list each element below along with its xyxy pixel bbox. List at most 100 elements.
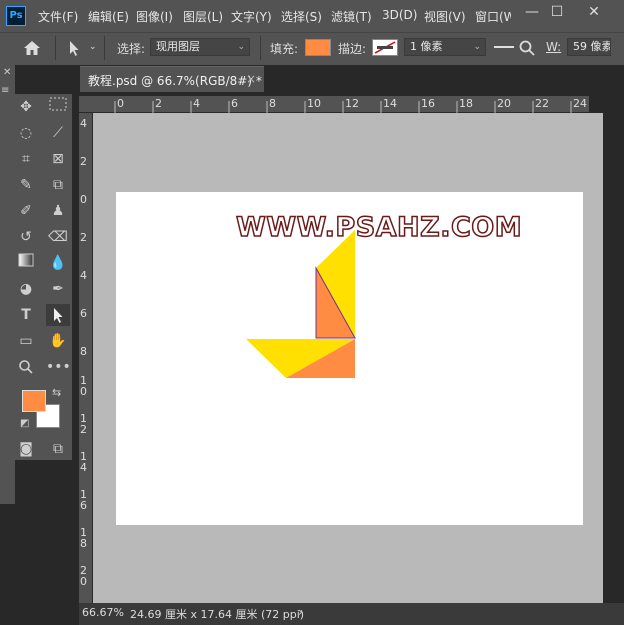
ruler-label: 2 <box>80 231 87 244</box>
gradient-tool-icon[interactable] <box>14 252 38 274</box>
ruler-label: 6 <box>231 97 238 110</box>
stroke-type-icon[interactable] <box>494 46 514 48</box>
ruler-label: 24 <box>573 97 587 110</box>
default-colors-icon[interactable]: ◩ <box>20 418 29 429</box>
document-tab[interactable]: 教程.psd @ 66.7%(RGB/8#) * × <box>80 66 264 92</box>
restore-button[interactable]: ☐ <box>545 3 569 21</box>
crop-tool-icon[interactable]: ⌗ <box>14 148 38 170</box>
separator <box>260 36 261 60</box>
ruler-label: 8 <box>269 97 276 110</box>
lasso-tool-icon[interactable]: ◌ <box>14 122 38 144</box>
stroke-width-value: 1 像素 <box>410 40 443 53</box>
quick-mask-icon[interactable]: ◙ <box>14 438 38 460</box>
path-selection-tool-icon[interactable] <box>46 304 70 326</box>
ruler-label: 16 <box>421 97 435 110</box>
close-window-button[interactable]: ✕ <box>582 3 606 21</box>
width-label: W: <box>546 40 562 54</box>
stroke-color-swatch[interactable] <box>372 39 398 56</box>
ruler-label: 8 <box>80 345 87 358</box>
hand-tool-icon[interactable]: ✋ <box>46 330 70 352</box>
ruler-label: 20 <box>497 97 511 110</box>
ruler-label: 4 <box>80 269 87 282</box>
magic-wand-tool-icon[interactable]: ⟋ <box>46 122 70 144</box>
screen-mode-icon[interactable]: ⧉ <box>46 438 70 460</box>
eyedropper-tool-icon[interactable]: ✎ <box>14 174 38 196</box>
tool-preset-chevron-icon[interactable]: ⌄ <box>89 42 97 52</box>
document-size: 24.69 厘米 x 17.64 厘米 (72 ppi) <box>130 608 305 621</box>
ruler-vertical[interactable]: 4 2 0 2 4 6 8 1 0 1 2 1 4 1 6 1 8 2 0 <box>79 113 93 603</box>
home-icon[interactable] <box>22 39 42 57</box>
ruler-label: 22 <box>535 97 549 110</box>
ruler-label: 4 <box>80 117 87 130</box>
patch-tool-icon[interactable]: ⧉ <box>46 174 70 196</box>
ruler-horizontal[interactable]: 0 2 4 6 8 10 12 14 16 18 20 22 24 <box>79 96 589 113</box>
more-tools-icon[interactable]: ••• <box>46 356 71 378</box>
menu-view[interactable]: 视图(V) <box>424 8 466 25</box>
menu-select[interactable]: 选择(S) <box>281 8 322 25</box>
select-label: 选择: <box>117 42 146 56</box>
fill-color-swatch[interactable] <box>305 39 331 56</box>
zoom-level[interactable]: 66.67% <box>82 606 124 619</box>
close-tab-icon[interactable]: × <box>246 72 256 86</box>
menu-image[interactable]: 图像(I) <box>136 8 173 25</box>
menu-edit[interactable]: 编辑(E) <box>88 8 129 25</box>
eraser-tool-icon[interactable]: ⌫ <box>46 226 70 248</box>
marquee-tool-icon[interactable] <box>46 96 70 118</box>
menu-window[interactable]: 窗口(W <box>475 8 511 25</box>
ruler-label: 1 6 <box>80 488 87 512</box>
separator <box>55 36 56 60</box>
move-tool-icon[interactable]: ✥ <box>14 96 38 118</box>
ruler-label: 14 <box>383 97 397 110</box>
frame-tool-icon[interactable]: ⊠ <box>46 148 70 170</box>
select-value: 现用图层 <box>156 40 200 53</box>
menu-file[interactable]: 文件(F) <box>38 8 78 25</box>
stamp-tool-icon[interactable]: ♟ <box>46 200 70 222</box>
stroke-label: 描边: <box>338 42 367 56</box>
dodge-tool-icon[interactable]: ◕ <box>14 278 38 300</box>
ruler-label: 2 0 <box>80 564 87 588</box>
chevron-down-icon: ⌄ <box>473 42 481 52</box>
fill-label: 填充: <box>270 42 299 56</box>
menu-icon[interactable]: ≡ <box>1 85 9 96</box>
status-bar: 66.67% 24.69 厘米 x 17.64 厘米 (72 ppi) › <box>79 603 624 625</box>
close-panel-icon[interactable]: ✕ <box>3 67 11 78</box>
separator <box>104 36 105 60</box>
ruler-label: 1 4 <box>80 450 87 474</box>
pen-tool-icon[interactable]: ✒ <box>46 278 70 300</box>
ruler-label: 1 2 <box>80 412 87 436</box>
ruler-label: 1 0 <box>80 374 87 398</box>
status-arrow-icon[interactable]: › <box>298 605 303 619</box>
minimize-button[interactable]: — <box>520 3 544 21</box>
menu-filter[interactable]: 滤镜(T) <box>331 8 372 25</box>
blur-tool-icon[interactable]: 💧 <box>46 252 70 274</box>
ruler-label: 2 <box>155 97 162 110</box>
ruler-label: 4 <box>193 97 200 110</box>
ruler-label: 0 <box>80 193 87 206</box>
ruler-label: 6 <box>80 307 87 320</box>
watermark-text: WWW.PSAHZ.COM <box>235 211 523 244</box>
stroke-width-dropdown[interactable]: 1 像素 ⌄ <box>404 38 486 56</box>
menu-layer[interactable]: 图层(L) <box>183 8 223 25</box>
width-input[interactable]: 59 像素 <box>567 38 611 56</box>
swap-colors-icon[interactable]: ⇆ <box>52 386 61 399</box>
ruler-label: 10 <box>307 97 321 110</box>
toolbar-collapsed-strip <box>0 64 15 504</box>
photoshop-logo-icon[interactable]: Ps <box>6 6 26 26</box>
foreground-color-swatch[interactable] <box>22 390 46 412</box>
history-brush-tool-icon[interactable]: ↺ <box>14 226 38 248</box>
ruler-label: 0 <box>117 97 124 110</box>
search-icon[interactable] <box>518 39 536 57</box>
ruler-label: 12 <box>345 97 359 110</box>
menu-type[interactable]: 文字(Y) <box>231 8 272 25</box>
brush-tool-icon[interactable]: ✐ <box>14 200 38 222</box>
document-title: 教程.psd @ 66.7%(RGB/8#) * <box>88 74 262 88</box>
rectangle-tool-icon[interactable]: ▭ <box>14 330 38 352</box>
direct-selection-icon[interactable] <box>66 39 82 57</box>
menu-3d[interactable]: 3D(D) <box>382 8 417 22</box>
ruler-label: 1 8 <box>80 526 87 550</box>
type-tool-icon[interactable]: T <box>14 304 38 326</box>
ruler-label: 18 <box>459 97 473 110</box>
ruler-label: 2 <box>80 155 87 168</box>
zoom-tool-icon[interactable] <box>14 356 38 378</box>
select-dropdown[interactable]: 现用图层 ⌄ <box>150 38 250 56</box>
